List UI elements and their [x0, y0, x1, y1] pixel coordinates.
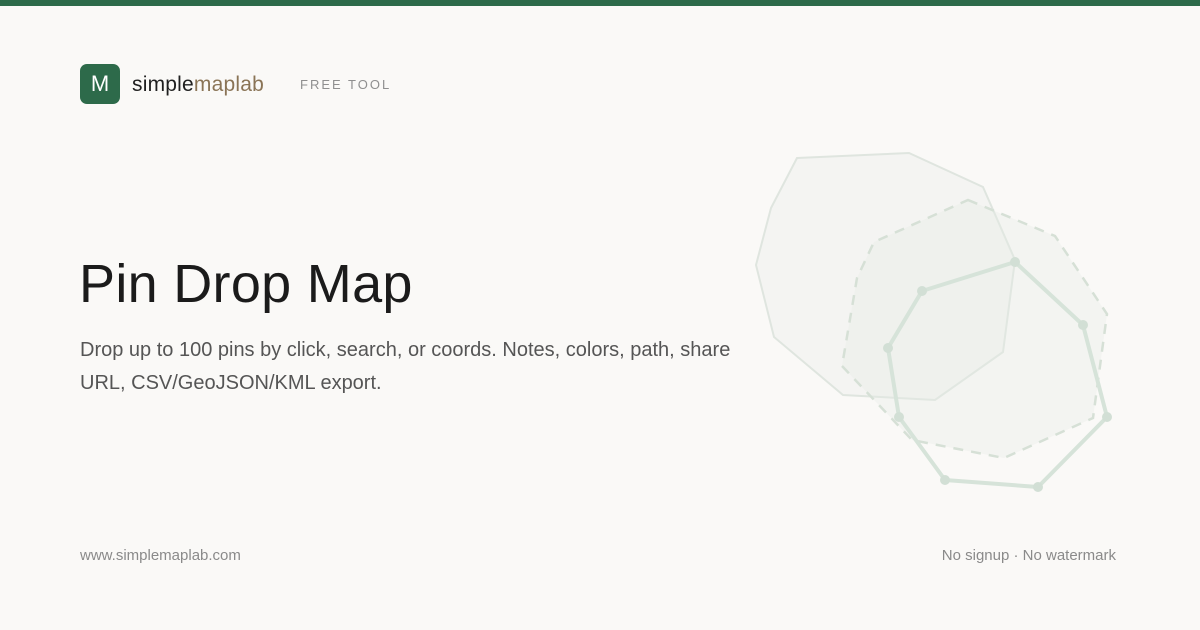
logo-letter: M — [90, 71, 110, 96]
decorative-polygons-illustration — [754, 151, 1112, 492]
pin-marker — [940, 475, 950, 485]
page-title: Pin Drop Map — [79, 254, 413, 314]
brand-name-part1: simple — [132, 73, 194, 96]
pin-marker — [1010, 257, 1020, 267]
pin-marker — [883, 343, 893, 353]
free-tool-tag: FREE TOOL — [300, 77, 392, 92]
website-url: www.simplemaplab.com — [80, 547, 241, 564]
pin-marker — [1033, 482, 1043, 492]
brand-name-part2: maplab — [193, 73, 264, 96]
dashed-polygon — [840, 198, 1109, 460]
pin-marker — [1078, 320, 1088, 330]
pin-marker — [917, 286, 927, 296]
top-accent-bar — [0, 0, 1200, 6]
logo-icon: M — [80, 64, 120, 104]
pin-marker — [1102, 412, 1112, 422]
page-description: Drop up to 100 pins by click, search, or… — [80, 339, 731, 394]
brand-name: simplemaplab — [132, 72, 264, 98]
feature-tagline: No signup · No watermark — [941, 547, 1116, 564]
pin-marker — [894, 412, 904, 422]
